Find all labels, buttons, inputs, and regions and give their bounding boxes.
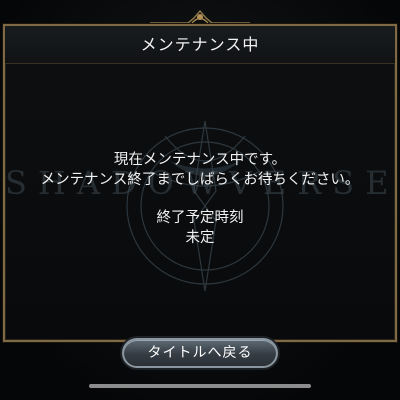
- home-indicator[interactable]: [89, 384, 311, 388]
- dialog-header: メンテナンス中: [5, 26, 395, 64]
- message-line-1: 現在メンテナンス中です。: [113, 152, 287, 168]
- maintenance-message: 現在メンテナンス中です。 メンテナンス終了までしばらくお待ちください。: [5, 150, 395, 190]
- scheduled-end-time: 終了予定時刻 未定: [5, 208, 395, 248]
- app-screen: メンテナンス中 SHADOWVERSE 現在メンテナンス中です。 メンテナンス終…: [0, 0, 400, 400]
- maintenance-dialog: メンテナンス中 SHADOWVERSE 現在メンテナンス中です。 メンテナンス終…: [3, 24, 397, 342]
- message-line-2: メンテナンス終了までしばらくお待ちください。: [40, 172, 360, 188]
- return-to-title-label: タイトルへ戻る: [147, 345, 253, 361]
- scheduled-end-value: 未定: [185, 230, 215, 246]
- scheduled-end-label: 終了予定時刻: [156, 210, 244, 226]
- return-to-title-button[interactable]: タイトルへ戻る: [122, 338, 278, 368]
- dialog-title: メンテナンス中: [140, 35, 260, 54]
